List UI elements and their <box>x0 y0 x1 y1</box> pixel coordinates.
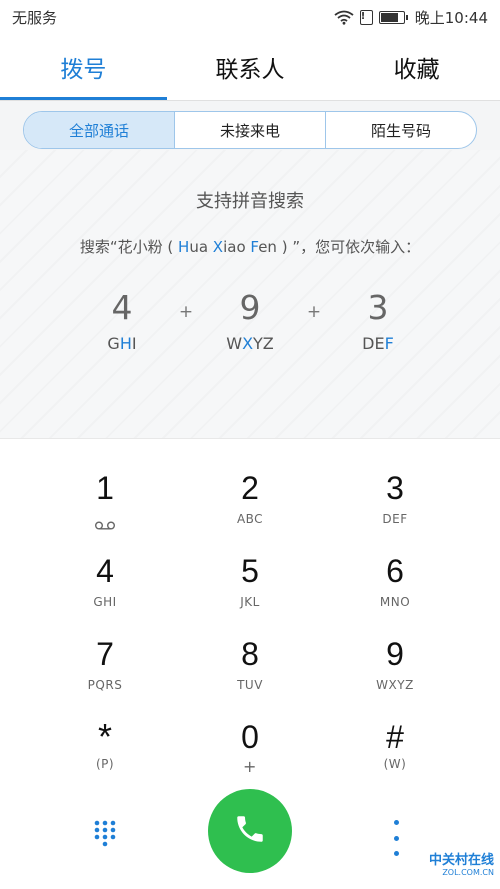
example-letters: GHI <box>107 334 137 353</box>
main-tabs: 拨号 联系人 收藏 <box>0 34 500 100</box>
phone-icon <box>233 812 267 850</box>
key-2[interactable]: 2 ABC <box>195 464 305 542</box>
voicemail-icon <box>94 515 116 530</box>
tabs-divider <box>0 100 500 101</box>
hint-desc-prefix: 搜索“花小粉 ( <box>79 238 179 256</box>
key-1[interactable]: 1 <box>50 464 160 542</box>
tab-dialer[interactable]: 拨号 <box>0 34 167 100</box>
key-4[interactable]: 4 GHI <box>50 547 160 625</box>
key-5[interactable]: 5 JKL <box>195 547 305 625</box>
example-plus: + <box>178 302 194 322</box>
hint-rest-ua: ua <box>189 238 213 256</box>
pinyin-example: 4 GHI + 9 WXYZ + 3 DEF <box>0 288 500 358</box>
wifi-icon <box>334 10 354 25</box>
hint-rest-en: en <box>258 238 277 256</box>
status-bar: 无服务 ! 晚上10:44 <box>0 0 500 34</box>
key-6[interactable]: 6 MNO <box>340 547 450 625</box>
example-digit: 4 <box>111 288 133 327</box>
hint-initial-h: H <box>178 238 190 256</box>
call-filter-segment: 全部通话 未接来电 陌生号码 <box>23 111 477 149</box>
hint-desc-suffix: ) ”，您可依次输入： <box>276 238 421 256</box>
key-star[interactable]: * (P) <box>50 713 160 791</box>
tab-contacts[interactable]: 联系人 <box>167 34 334 100</box>
tab-favorites[interactable]: 收藏 <box>333 34 500 100</box>
battery-icon <box>378 10 408 24</box>
status-icons: ! 晚上10:44 <box>334 7 488 28</box>
example-plus: + <box>306 302 322 322</box>
key-7[interactable]: 7 PQRS <box>50 630 160 708</box>
hint-title: 支持拼音搜索 <box>196 191 304 212</box>
key-hash[interactable]: # (W) <box>340 713 450 791</box>
watermark-url: ZOL.COM.CN <box>442 868 494 877</box>
key-0[interactable]: 0 + <box>195 713 305 791</box>
carrier-label: 无服务 <box>12 8 58 27</box>
dialpad-icon[interactable] <box>90 818 120 848</box>
hint-initial-x: X <box>212 238 224 256</box>
example-letters: DEF <box>362 334 394 353</box>
key-9[interactable]: 9 WXYZ <box>340 630 450 708</box>
clock: 晚上10:44 <box>414 8 488 27</box>
watermark: 中关村在线 ZOL.COM.CN <box>394 849 494 885</box>
example-digit: 9 <box>239 288 261 327</box>
filter-missed-calls[interactable]: 未接来电 <box>174 112 325 148</box>
key-3[interactable]: 3 DEF <box>340 464 450 542</box>
hint-description: 搜索“花小粉 ( Hua Xiao Fen ) ”，您可依次输入： <box>0 236 500 257</box>
key-8[interactable]: 8 TUV <box>195 630 305 708</box>
example-letters: WXYZ <box>226 334 274 353</box>
hint-rest-iao: iao <box>223 238 251 256</box>
filter-unknown-numbers[interactable]: 陌生号码 <box>325 112 476 148</box>
example-digit: 3 <box>367 288 389 327</box>
call-button[interactable] <box>208 789 292 873</box>
filter-all-calls[interactable]: 全部通话 <box>24 112 174 148</box>
alert-icon: ! <box>359 9 373 25</box>
watermark-text: 中关村在线 <box>428 853 494 868</box>
